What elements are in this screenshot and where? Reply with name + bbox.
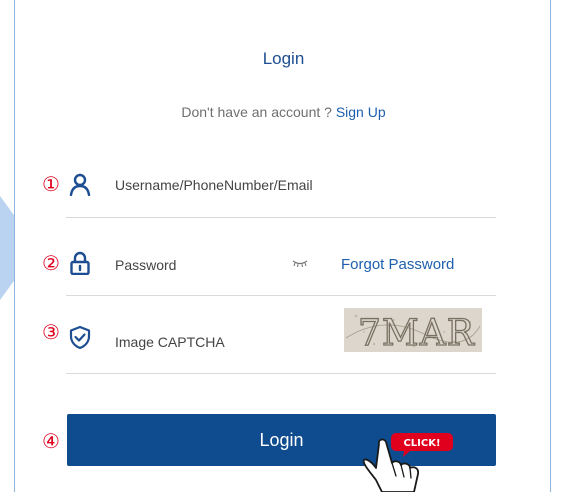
captcha-input[interactable]: Image CAPTCHA	[115, 333, 225, 351]
click-badge: CLICK!	[391, 433, 453, 457]
shield-check-icon	[69, 325, 91, 349]
captcha-text: 7MAR	[358, 313, 475, 352]
step-number-2: ②	[42, 251, 60, 275]
captcha-image[interactable]: 7MAR	[344, 308, 482, 352]
password-input[interactable]: Password	[115, 256, 176, 274]
forgot-password-link[interactable]: Forgot Password	[341, 256, 454, 274]
click-badge-text: CLICK!	[403, 438, 440, 449]
lock-icon	[70, 251, 90, 275]
step-number-1: ①	[42, 172, 60, 196]
step-number-4: ④	[42, 429, 60, 453]
password-divider	[66, 295, 496, 296]
captcha-divider	[66, 373, 496, 374]
step-number-3: ③	[42, 320, 60, 344]
signup-link[interactable]: Sign Up	[336, 104, 386, 120]
username-input[interactable]: Username/PhoneNumber/Email	[115, 176, 313, 194]
signup-prompt: Don't have an account ? Sign Up	[0, 104, 567, 120]
username-divider	[66, 217, 496, 218]
user-icon	[69, 173, 91, 196]
eye-closed-icon[interactable]	[292, 258, 308, 268]
signup-prompt-text: Don't have an account ?	[181, 104, 332, 120]
login-title: Login	[262, 49, 305, 68]
